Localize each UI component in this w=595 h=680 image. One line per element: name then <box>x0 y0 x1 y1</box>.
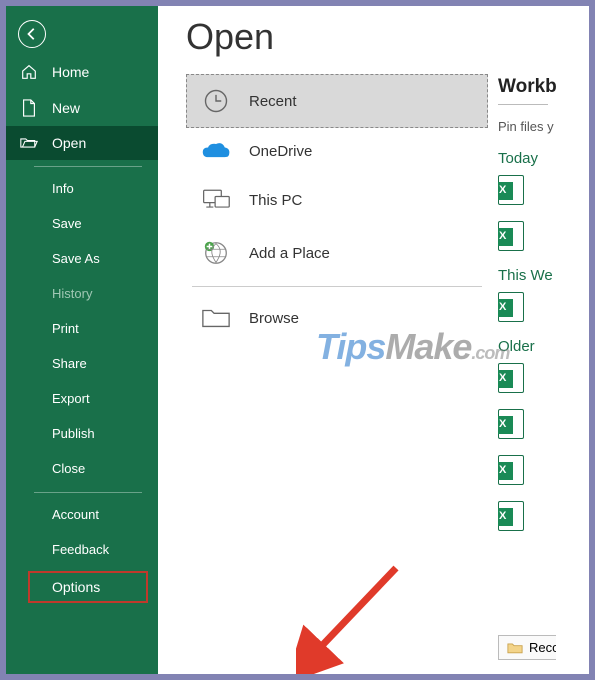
excel-file-icon <box>498 409 524 439</box>
back-button[interactable] <box>18 20 46 48</box>
sidebar-item-close[interactable]: Close <box>6 451 158 486</box>
file-item[interactable] <box>498 455 556 485</box>
file-item[interactable] <box>498 363 556 393</box>
sidebar-item-label: Open <box>52 135 86 151</box>
browse-folder-icon <box>201 306 231 330</box>
excel-file-icon <box>498 221 524 251</box>
open-column: Open Recent OneDrive This PC <box>158 6 498 674</box>
sidebar-item-home[interactable]: Home <box>6 54 158 90</box>
location-label: Browse <box>249 310 299 327</box>
sidebar-item-feedback[interactable]: Feedback <box>6 532 158 567</box>
sidebar-item-new[interactable]: New <box>6 90 158 126</box>
excel-file-icon <box>498 363 524 393</box>
main-area: Open Recent OneDrive This PC <box>158 6 589 674</box>
sidebar-item-share[interactable]: Share <box>6 346 158 381</box>
sidebar-item-open[interactable]: Open <box>6 126 158 160</box>
file-icon <box>20 99 38 117</box>
location-label: This PC <box>249 192 302 209</box>
clock-icon <box>201 87 231 115</box>
home-icon <box>20 63 38 81</box>
file-item[interactable] <box>498 221 556 251</box>
location-separator <box>192 286 482 287</box>
location-thispc[interactable]: This PC <box>186 174 488 226</box>
sidebar-item-account[interactable]: Account <box>6 497 158 532</box>
sidebar-item-label: New <box>52 100 80 116</box>
sidebar-item-print[interactable]: Print <box>6 311 158 346</box>
page-title: Open <box>186 16 488 58</box>
sidebar-item-saveas[interactable]: Save As <box>6 241 158 276</box>
onedrive-icon <box>201 141 231 161</box>
sidebar-separator <box>34 492 142 493</box>
group-heading-older: Older <box>498 338 556 355</box>
file-item[interactable] <box>498 501 556 531</box>
thispc-icon <box>201 187 231 213</box>
sidebar-item-options[interactable]: Options <box>28 571 148 603</box>
file-item[interactable] <box>498 175 556 205</box>
location-label: OneDrive <box>249 143 312 160</box>
heading-rule <box>498 104 548 105</box>
backstage-sidebar: Home New Open Info Save Save As History … <box>6 6 158 674</box>
excel-file-icon <box>498 501 524 531</box>
folder-open-icon <box>20 135 38 151</box>
sidebar-item-info[interactable]: Info <box>6 171 158 206</box>
sidebar-item-history[interactable]: History <box>6 276 158 311</box>
arrow-left-icon <box>25 27 39 41</box>
sidebar-item-save[interactable]: Save <box>6 206 158 241</box>
location-onedrive[interactable]: OneDrive <box>186 128 488 174</box>
file-item[interactable] <box>498 292 556 322</box>
excel-file-icon <box>498 455 524 485</box>
location-browse[interactable]: Browse <box>186 293 488 343</box>
group-heading-thisweek: This We <box>498 267 556 284</box>
location-recent[interactable]: Recent <box>186 74 488 128</box>
sidebar-separator <box>34 166 142 167</box>
excel-file-icon <box>498 175 524 205</box>
recover-label: Reco <box>529 640 556 655</box>
recover-button[interactable]: Reco <box>498 635 556 660</box>
pin-hint: Pin files y <box>498 119 556 134</box>
recent-heading: Workb <box>498 76 556 98</box>
excel-file-icon <box>498 292 524 322</box>
group-heading-today: Today <box>498 150 556 167</box>
sidebar-item-export[interactable]: Export <box>6 381 158 416</box>
recent-panel: Workb Pin files y Today This We Older Re… <box>498 6 556 674</box>
sidebar-item-publish[interactable]: Publish <box>6 416 158 451</box>
location-label: Add a Place <box>249 245 330 262</box>
location-addplace[interactable]: Add a Place <box>186 226 488 280</box>
sidebar-item-label: Home <box>52 64 89 80</box>
folder-icon <box>507 641 523 654</box>
location-label: Recent <box>249 93 297 110</box>
file-item[interactable] <box>498 409 556 439</box>
addplace-icon <box>201 239 231 267</box>
